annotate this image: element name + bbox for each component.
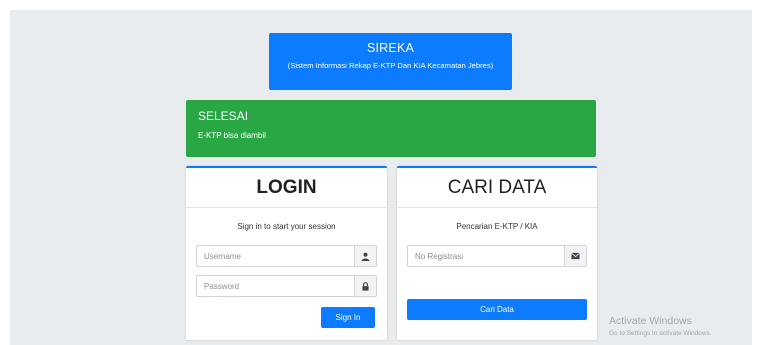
password-input[interactable] [197, 276, 354, 296]
search-card: CARI DATA Pencarian E-KTP / KIA Cari Dat… [397, 166, 597, 340]
username-input-group [196, 245, 377, 267]
password-input-group [196, 275, 377, 297]
user-icon [354, 246, 376, 266]
envelope-icon [564, 246, 586, 266]
activation-watermark-title: Activate Windows [609, 315, 692, 327]
sign-in-button[interactable]: Sign In [321, 307, 375, 328]
login-message: Sign in to start your session [237, 222, 336, 231]
app-subtitle: (Sistem Informasi Rekap E-KTP Dan KIA Ke… [287, 61, 494, 70]
registration-input-group [407, 245, 587, 267]
alert-title: SELESAI [198, 109, 249, 123]
search-title: CARI DATA [397, 168, 597, 208]
lock-icon [354, 276, 376, 296]
login-card: LOGIN Sign in to start your session Sign… [186, 166, 387, 340]
login-title: LOGIN [186, 168, 387, 208]
app-title: SIREKA [366, 41, 415, 55]
username-input[interactable] [197, 246, 354, 266]
alert-message: E-KTP bisa diambil [198, 131, 266, 140]
app-banner: SIREKA (Sistem Informasi Rekap E-KTP Dan… [269, 33, 512, 90]
search-message: Pencarian E-KTP / KIA [456, 222, 538, 231]
activation-watermark-subtitle: Go to Settings to activate Windows. [609, 330, 712, 337]
registration-number-input[interactable] [408, 246, 564, 266]
success-alert: SELESAI E-KTP bisa diambil [186, 100, 596, 157]
search-data-button[interactable]: Cari Data [407, 299, 587, 320]
